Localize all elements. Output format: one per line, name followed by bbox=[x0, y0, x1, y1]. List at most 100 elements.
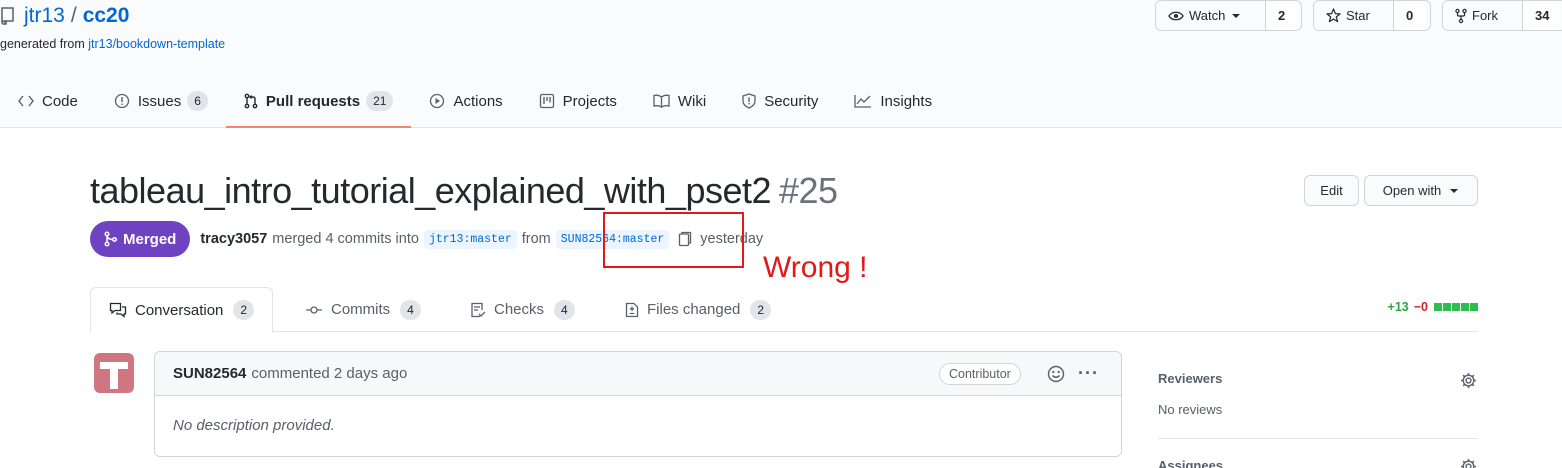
star-button[interactable]: Star bbox=[1314, 1, 1394, 30]
annotation-highlight-box bbox=[603, 212, 744, 268]
pr-number: #25 bbox=[779, 170, 838, 211]
repo-header: jtr13 / cc20 generated from jtr13/bookdo… bbox=[0, 0, 1562, 128]
conversation-counter: 2 bbox=[233, 300, 255, 320]
comment-author-link[interactable]: SUN82564 bbox=[173, 365, 246, 382]
comment-discussion-icon bbox=[109, 302, 127, 318]
fork-icon bbox=[1455, 8, 1467, 23]
generated-from-label: generated from bbox=[0, 37, 89, 51]
fork-button[interactable]: Fork bbox=[1443, 1, 1523, 30]
edit-button[interactable]: Edit bbox=[1304, 175, 1359, 206]
merged-state-badge: Merged bbox=[90, 221, 191, 257]
diffstat-block bbox=[1461, 303, 1469, 311]
tab-actions[interactable]: Actions bbox=[411, 80, 520, 122]
contributor-label: Contributor bbox=[939, 363, 1021, 385]
diffstat-block bbox=[1443, 303, 1451, 311]
tab-label: Pull requests bbox=[265, 92, 361, 110]
pr-author-link[interactable]: tracy3057 bbox=[200, 231, 267, 247]
shield-icon bbox=[742, 93, 756, 109]
repo-owner-link[interactable]: jtr13 bbox=[24, 4, 65, 28]
comment-body: No description provided. bbox=[173, 417, 335, 434]
tab-code[interactable]: Code bbox=[0, 80, 96, 122]
tab-label: Actions bbox=[453, 92, 503, 110]
star-icon bbox=[1326, 8, 1341, 23]
gear-icon[interactable] bbox=[1460, 372, 1477, 389]
fork-count[interactable]: 34 bbox=[1523, 1, 1562, 30]
watch-label: Watch bbox=[1189, 8, 1226, 23]
tab-conversation[interactable]: Conversation 2 bbox=[90, 287, 274, 333]
tab-files-changed[interactable]: Files changed 2 bbox=[625, 287, 772, 332]
reviewers-heading[interactable]: Reviewers bbox=[1158, 371, 1222, 386]
tab-projects[interactable]: Projects bbox=[521, 80, 635, 122]
diffstat-blocks bbox=[1433, 303, 1478, 311]
more-options-button[interactable]: ··· bbox=[1078, 364, 1099, 382]
tab-security[interactable]: Security bbox=[724, 80, 836, 122]
eye-icon bbox=[1168, 11, 1184, 20]
watch-button[interactable]: Watch bbox=[1156, 1, 1266, 30]
diff-additions: +13 bbox=[1387, 300, 1409, 314]
checks-counter: 4 bbox=[554, 299, 575, 320]
avatar[interactable] bbox=[94, 353, 134, 393]
diffstat-block bbox=[1470, 303, 1478, 311]
commits-counter: 4 bbox=[400, 299, 421, 320]
repo-separator: / bbox=[70, 4, 77, 27]
watch-count[interactable]: 2 bbox=[1266, 1, 1298, 30]
from-text: from bbox=[521, 231, 551, 247]
comment-box: SUN82564 commented 2 days ago Contributo… bbox=[154, 351, 1122, 457]
star-count[interactable]: 0 bbox=[1394, 1, 1426, 30]
git-merge-icon bbox=[104, 231, 117, 247]
open-with-button[interactable]: Open with bbox=[1364, 175, 1478, 206]
tab-checks[interactable]: Checks 4 bbox=[470, 287, 575, 332]
tab-insights[interactable]: Insights bbox=[836, 80, 950, 122]
template-link[interactable]: jtr13/bookdown-template bbox=[88, 37, 225, 51]
annotation-wrong-text: Wrong ! bbox=[763, 251, 868, 284]
tab-pull-requests[interactable]: Pull requests 21 bbox=[225, 80, 412, 128]
fork-label: Fork bbox=[1472, 8, 1498, 23]
book-icon bbox=[653, 94, 670, 108]
chevron-down-icon bbox=[1232, 13, 1241, 18]
diffstat-block bbox=[1434, 303, 1442, 311]
repo-title: jtr13 / cc20 bbox=[0, 2, 129, 30]
tab-wiki[interactable]: Wiki bbox=[635, 80, 724, 122]
diffstat-block bbox=[1452, 303, 1460, 311]
comment-timestamp[interactable]: commented 2 days ago bbox=[251, 365, 407, 382]
star-label: Star bbox=[1346, 8, 1370, 23]
base-branch-label[interactable]: jtr13:master bbox=[423, 229, 517, 249]
tab-label: Issues bbox=[137, 92, 182, 110]
assignees-heading[interactable]: Assignees bbox=[1158, 458, 1223, 468]
git-commit-icon bbox=[306, 305, 322, 314]
tab-commits[interactable]: Commits 4 bbox=[305, 287, 421, 332]
repo-name-link[interactable]: cc20 bbox=[83, 4, 130, 28]
issue-icon bbox=[114, 93, 130, 109]
repo-icon bbox=[1, 7, 14, 25]
smiley-icon[interactable] bbox=[1047, 365, 1065, 383]
pr-title: tableau_intro_tutorial_explained_with_ps… bbox=[90, 170, 838, 212]
sidebar-divider bbox=[1158, 438, 1478, 439]
avatar-glyph-stem bbox=[110, 369, 118, 389]
fork-group: Fork 34 bbox=[1442, 0, 1562, 31]
chevron-down-icon bbox=[1450, 188, 1459, 193]
diffstat: +13 −0 bbox=[1388, 300, 1478, 314]
diff-deletions: −0 bbox=[1413, 300, 1428, 314]
merged-label: Merged bbox=[123, 230, 177, 248]
tab-label: Wiki bbox=[677, 92, 707, 110]
tab-label: Checks bbox=[494, 301, 545, 318]
tab-issues[interactable]: Issues 6 bbox=[96, 80, 226, 122]
open-with-label: Open with bbox=[1382, 183, 1442, 198]
gear-icon[interactable] bbox=[1460, 458, 1477, 468]
avatar-glyph-bar bbox=[100, 362, 128, 369]
play-icon bbox=[430, 93, 445, 109]
graph-icon bbox=[854, 95, 872, 108]
tab-label: Commits bbox=[331, 301, 391, 318]
files-changed-counter: 2 bbox=[750, 299, 772, 320]
tab-label: Files changed bbox=[647, 301, 741, 318]
reviewers-value: No reviews bbox=[1158, 402, 1223, 417]
tab-label: Code bbox=[42, 92, 78, 110]
watch-group: Watch 2 bbox=[1155, 0, 1302, 31]
file-diff-icon bbox=[625, 302, 639, 317]
pull-requests-counter: 21 bbox=[366, 91, 394, 111]
pr-title-text: tableau_intro_tutorial_explained_with_ps… bbox=[90, 170, 772, 211]
issues-counter: 6 bbox=[187, 91, 208, 111]
tab-label: Projects bbox=[562, 92, 617, 110]
tab-label: Security bbox=[764, 92, 819, 110]
code-icon bbox=[18, 95, 34, 107]
